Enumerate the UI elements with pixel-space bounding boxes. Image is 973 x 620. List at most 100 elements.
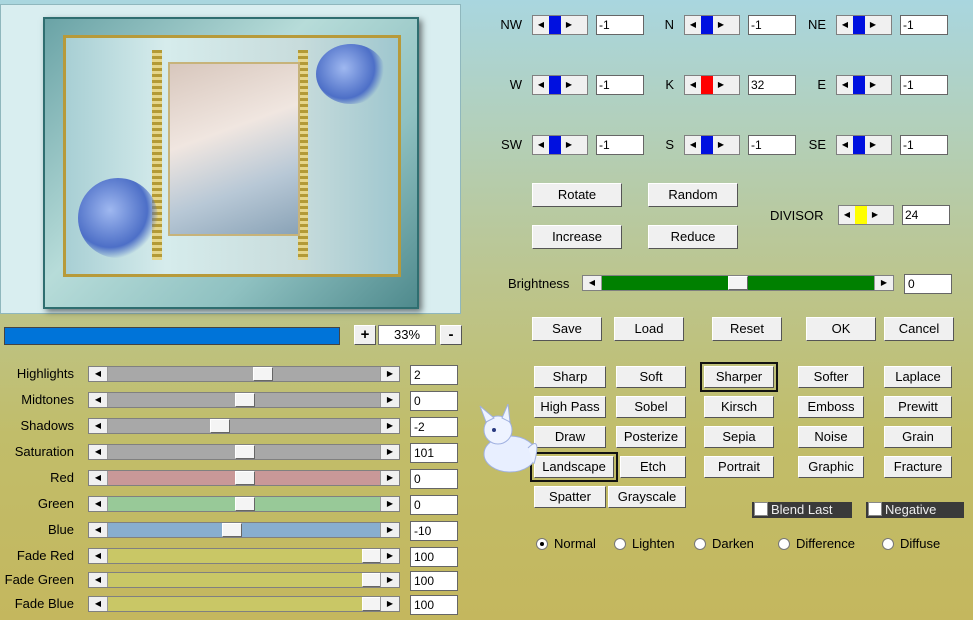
mode-radio[interactable]: Darken bbox=[694, 536, 754, 552]
slider-track[interactable]: ◀ ▶ bbox=[88, 522, 400, 538]
filter-button[interactable]: Emboss bbox=[798, 396, 864, 418]
slider-thumb[interactable] bbox=[362, 573, 382, 587]
slider-thumb[interactable] bbox=[235, 497, 255, 511]
matrix-spinner[interactable]: ◀ ▶ bbox=[684, 15, 740, 35]
zoom-out-button[interactable]: - bbox=[440, 325, 462, 345]
right-arrow-icon[interactable]: ▶ bbox=[380, 573, 399, 587]
slider-value[interactable]: 100 bbox=[410, 595, 458, 615]
left-arrow-icon[interactable]: ◀ bbox=[837, 16, 853, 34]
blend-last-checkbox[interactable]: Blend Last bbox=[752, 502, 852, 518]
filter-button[interactable]: Landscape bbox=[530, 452, 618, 482]
filter-button[interactable]: Sepia bbox=[704, 426, 774, 448]
filter-button[interactable]: Graphic bbox=[798, 456, 864, 478]
slider-track[interactable]: ◀ ▶ bbox=[88, 496, 400, 512]
left-arrow-icon[interactable]: ◀ bbox=[685, 16, 701, 34]
filter-button[interactable]: Portrait bbox=[704, 456, 774, 478]
matrix-spinner[interactable]: ◀ ▶ bbox=[836, 15, 892, 35]
slider-value[interactable]: -2 bbox=[410, 417, 458, 437]
divisor-spinner[interactable]: ◀ ▶ bbox=[838, 205, 894, 225]
ok-button[interactable]: OK bbox=[806, 317, 876, 341]
slider-track[interactable]: ◀ ▶ bbox=[88, 366, 400, 382]
matrix-spinner[interactable]: ◀ ▶ bbox=[836, 135, 892, 155]
filter-button[interactable]: Kirsch bbox=[704, 396, 774, 418]
left-arrow-icon[interactable]: ◀ bbox=[533, 136, 549, 154]
left-arrow-icon[interactable]: ◀ bbox=[837, 76, 853, 94]
left-arrow-icon[interactable]: ◀ bbox=[685, 76, 701, 94]
filter-button[interactable]: Draw bbox=[534, 426, 606, 448]
left-arrow-icon[interactable]: ◀ bbox=[89, 393, 108, 407]
filter-button[interactable]: Soft bbox=[616, 366, 686, 388]
filter-button[interactable]: Laplace bbox=[884, 366, 952, 388]
right-arrow-icon[interactable]: ▶ bbox=[561, 16, 577, 34]
right-arrow-icon[interactable]: ▶ bbox=[865, 136, 881, 154]
right-arrow-icon[interactable]: ▶ bbox=[380, 419, 399, 433]
left-arrow-icon[interactable]: ◀ bbox=[583, 276, 602, 290]
slider-thumb[interactable] bbox=[253, 367, 273, 381]
left-arrow-icon[interactable]: ◀ bbox=[89, 523, 108, 537]
left-arrow-icon[interactable]: ◀ bbox=[89, 549, 108, 563]
random-button[interactable]: Random bbox=[648, 183, 738, 207]
slider-thumb[interactable] bbox=[235, 471, 255, 485]
right-arrow-icon[interactable]: ▶ bbox=[380, 523, 399, 537]
filter-button[interactable]: Sobel bbox=[616, 396, 686, 418]
slider-thumb[interactable] bbox=[222, 523, 242, 537]
left-arrow-icon[interactable]: ◀ bbox=[89, 573, 108, 587]
right-arrow-icon[interactable]: ▶ bbox=[865, 76, 881, 94]
right-arrow-icon[interactable]: ▶ bbox=[874, 276, 893, 290]
increase-button[interactable]: Increase bbox=[532, 225, 622, 249]
right-arrow-icon[interactable]: ▶ bbox=[380, 471, 399, 485]
matrix-value[interactable]: -1 bbox=[748, 135, 796, 155]
slider-track[interactable]: ◀ ▶ bbox=[88, 392, 400, 408]
rotate-button[interactable]: Rotate bbox=[532, 183, 622, 207]
matrix-value[interactable]: -1 bbox=[900, 135, 948, 155]
mode-radio[interactable]: Lighten bbox=[614, 536, 675, 552]
filter-button[interactable]: Grayscale bbox=[608, 486, 686, 508]
slider-value[interactable]: 100 bbox=[410, 571, 458, 591]
right-arrow-icon[interactable]: ▶ bbox=[380, 367, 399, 381]
right-arrow-icon[interactable]: ▶ bbox=[561, 76, 577, 94]
right-arrow-icon[interactable]: ▶ bbox=[713, 76, 729, 94]
left-arrow-icon[interactable]: ◀ bbox=[89, 419, 108, 433]
slider-value[interactable]: 100 bbox=[410, 547, 458, 567]
filter-button[interactable]: Sharper bbox=[700, 362, 778, 392]
filter-button[interactable]: Etch bbox=[620, 456, 686, 478]
load-button[interactable]: Load bbox=[614, 317, 684, 341]
filter-button[interactable]: Softer bbox=[798, 366, 864, 388]
slider-track[interactable]: ◀ ▶ bbox=[88, 444, 400, 460]
divisor-value[interactable]: 24 bbox=[902, 205, 950, 225]
right-arrow-icon[interactable]: ▶ bbox=[380, 445, 399, 459]
right-arrow-icon[interactable]: ▶ bbox=[713, 16, 729, 34]
slider-thumb[interactable] bbox=[235, 445, 255, 459]
right-arrow-icon[interactable]: ▶ bbox=[380, 393, 399, 407]
filter-button[interactable]: Posterize bbox=[616, 426, 686, 448]
slider-value[interactable]: 2 bbox=[410, 365, 458, 385]
filter-button[interactable]: High Pass bbox=[534, 396, 606, 418]
filter-button[interactable]: Noise bbox=[798, 426, 864, 448]
matrix-value[interactable]: -1 bbox=[596, 15, 644, 35]
filter-button[interactable]: Sharp bbox=[534, 366, 606, 388]
reset-button[interactable]: Reset bbox=[712, 317, 782, 341]
left-arrow-icon[interactable]: ◀ bbox=[837, 136, 853, 154]
save-button[interactable]: Save bbox=[532, 317, 602, 341]
slider-value[interactable]: 0 bbox=[410, 469, 458, 489]
mode-radio[interactable]: Diffuse bbox=[882, 536, 940, 552]
brightness-thumb[interactable] bbox=[728, 276, 748, 290]
slider-thumb[interactable] bbox=[235, 393, 255, 407]
right-arrow-icon[interactable]: ▶ bbox=[867, 206, 883, 224]
left-arrow-icon[interactable]: ◀ bbox=[89, 445, 108, 459]
reduce-button[interactable]: Reduce bbox=[648, 225, 738, 249]
right-arrow-icon[interactable]: ▶ bbox=[561, 136, 577, 154]
mode-radio[interactable]: Difference bbox=[778, 536, 855, 552]
matrix-value[interactable]: -1 bbox=[596, 135, 644, 155]
brightness-value[interactable]: 0 bbox=[904, 274, 952, 294]
slider-track[interactable]: ◀ ▶ bbox=[88, 596, 400, 612]
matrix-value[interactable]: 32 bbox=[748, 75, 796, 95]
right-arrow-icon[interactable]: ▶ bbox=[380, 597, 399, 611]
slider-value[interactable]: 0 bbox=[410, 391, 458, 411]
right-arrow-icon[interactable]: ▶ bbox=[380, 549, 399, 563]
matrix-spinner[interactable]: ◀ ▶ bbox=[684, 135, 740, 155]
matrix-value[interactable]: -1 bbox=[900, 15, 948, 35]
left-arrow-icon[interactable]: ◀ bbox=[839, 206, 855, 224]
matrix-value[interactable]: -1 bbox=[748, 15, 796, 35]
slider-track[interactable]: ◀ ▶ bbox=[88, 418, 400, 434]
